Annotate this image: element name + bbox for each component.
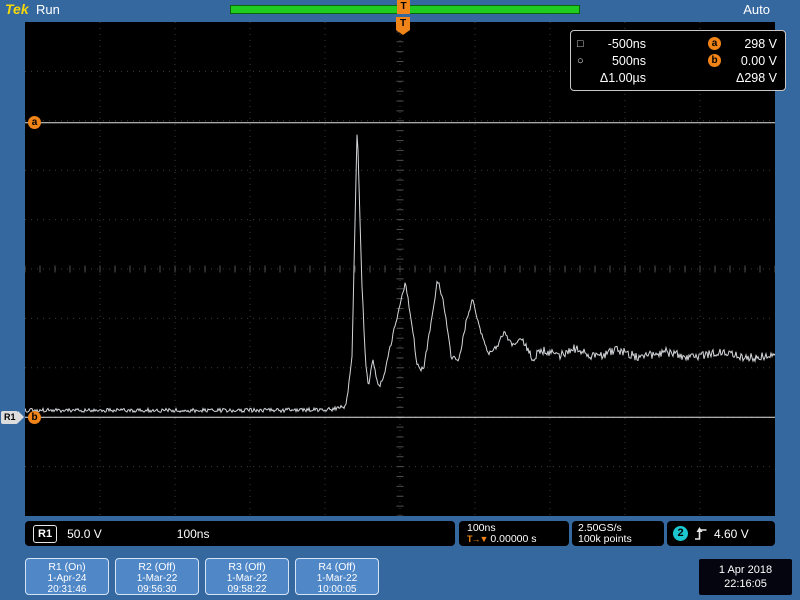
trigger-level: 4.60 V — [714, 527, 749, 541]
ref1-badge: R1 — [33, 525, 57, 543]
ref1-button-time: 20:31:46 — [26, 584, 108, 595]
rising-edge-icon — [694, 526, 708, 542]
ref1-ground-marker[interactable]: R1 — [1, 411, 18, 424]
ref3-button[interactable]: R3 (Off) 1-Mar-22 09:58:22 — [205, 558, 289, 595]
trigger-mode-status: Auto — [743, 2, 770, 17]
cursor-b-time: 500ns — [590, 54, 646, 68]
tek-logo: Tek — [5, 1, 29, 17]
acquisition-status: Run — [36, 2, 60, 17]
clock-date: 1 Apr 2018 — [699, 563, 792, 577]
horizontal-readout: 100ns T→▼0.00000 s — [459, 521, 569, 546]
cursor-b-badge[interactable]: b — [28, 411, 41, 424]
cursor-b-shape-icon: ○ — [577, 55, 590, 67]
cursor-a-shape-icon: □ — [577, 38, 590, 50]
ref1-vertical-scale: 50.0 V — [67, 527, 102, 541]
trigger-readout: 2 4.60 V — [667, 521, 775, 546]
horizontal-position-row: T→▼0.00000 s — [467, 534, 569, 545]
ref2-button-time: 09:56:30 — [116, 584, 198, 595]
cursor-readout-panel: □ -500ns a 298 V ○ 500ns b 0.00 V Δ1.00µ… — [570, 30, 786, 91]
cursor-a-label: a — [708, 37, 721, 50]
cursor-delta-voltage: Δ298 V — [706, 71, 777, 85]
clock: 1 Apr 2018 22:16:05 — [699, 559, 792, 595]
cursor-b-label: b — [708, 54, 721, 67]
ref2-button-date: 1-Mar-22 — [116, 573, 198, 584]
trigger-position-icon: T→▼ — [467, 534, 487, 544]
cursor-a-voltage: 298 V — [721, 37, 777, 51]
ref1-button-date: 1-Apr-24 — [26, 573, 108, 584]
ref3-button-date: 1-Mar-22 — [206, 573, 288, 584]
record-length: 100k points — [578, 534, 664, 545]
ref1-horizontal-scale: 100ns — [177, 527, 210, 541]
graticule: T a b □ -500ns a 298 V ○ 500ns b 0.00 V … — [25, 22, 775, 516]
ref1-button[interactable]: R1 (On) 1-Apr-24 20:31:46 — [25, 558, 109, 595]
ref2-button-label: R2 (Off) — [116, 562, 198, 573]
acquisition-readout: 2.50GS/s 100k points — [572, 521, 664, 546]
trigger-source-badge: 2 — [673, 526, 688, 541]
graticule-svg — [25, 22, 775, 516]
ref1-ground-label: R1 — [4, 412, 16, 422]
cursor-delta-row: Δ1.00µs Δ298 V — [577, 69, 777, 86]
ref3-button-time: 09:58:22 — [206, 584, 288, 595]
cursor-b-voltage: 0.00 V — [721, 54, 777, 68]
record-trigger-marker[interactable]: T — [397, 0, 410, 14]
ref1-button-label: R1 (On) — [26, 562, 108, 573]
ref4-button[interactable]: R4 (Off) 1-Mar-22 10:00:05 — [295, 558, 379, 595]
ref4-button-date: 1-Mar-22 — [296, 573, 378, 584]
ref3-button-label: R3 (Off) — [206, 562, 288, 573]
horizontal-position: 0.00000 s — [490, 533, 536, 545]
cursor-a-row: □ -500ns a 298 V — [577, 35, 777, 52]
cursor-b-row: ○ 500ns b 0.00 V — [577, 52, 777, 69]
ref1-scale-readout: R1 50.0 V 100ns — [25, 521, 455, 546]
cursor-a-time: -500ns — [590, 37, 646, 51]
trigger-position-flag[interactable]: T — [396, 17, 410, 30]
cursor-delta-time: Δ1.00µs — [577, 71, 646, 85]
ref2-button[interactable]: R2 (Off) 1-Mar-22 09:56:30 — [115, 558, 199, 595]
ref4-button-label: R4 (Off) — [296, 562, 378, 573]
ref4-button-time: 10:00:05 — [296, 584, 378, 595]
clock-time: 22:16:05 — [699, 577, 792, 591]
